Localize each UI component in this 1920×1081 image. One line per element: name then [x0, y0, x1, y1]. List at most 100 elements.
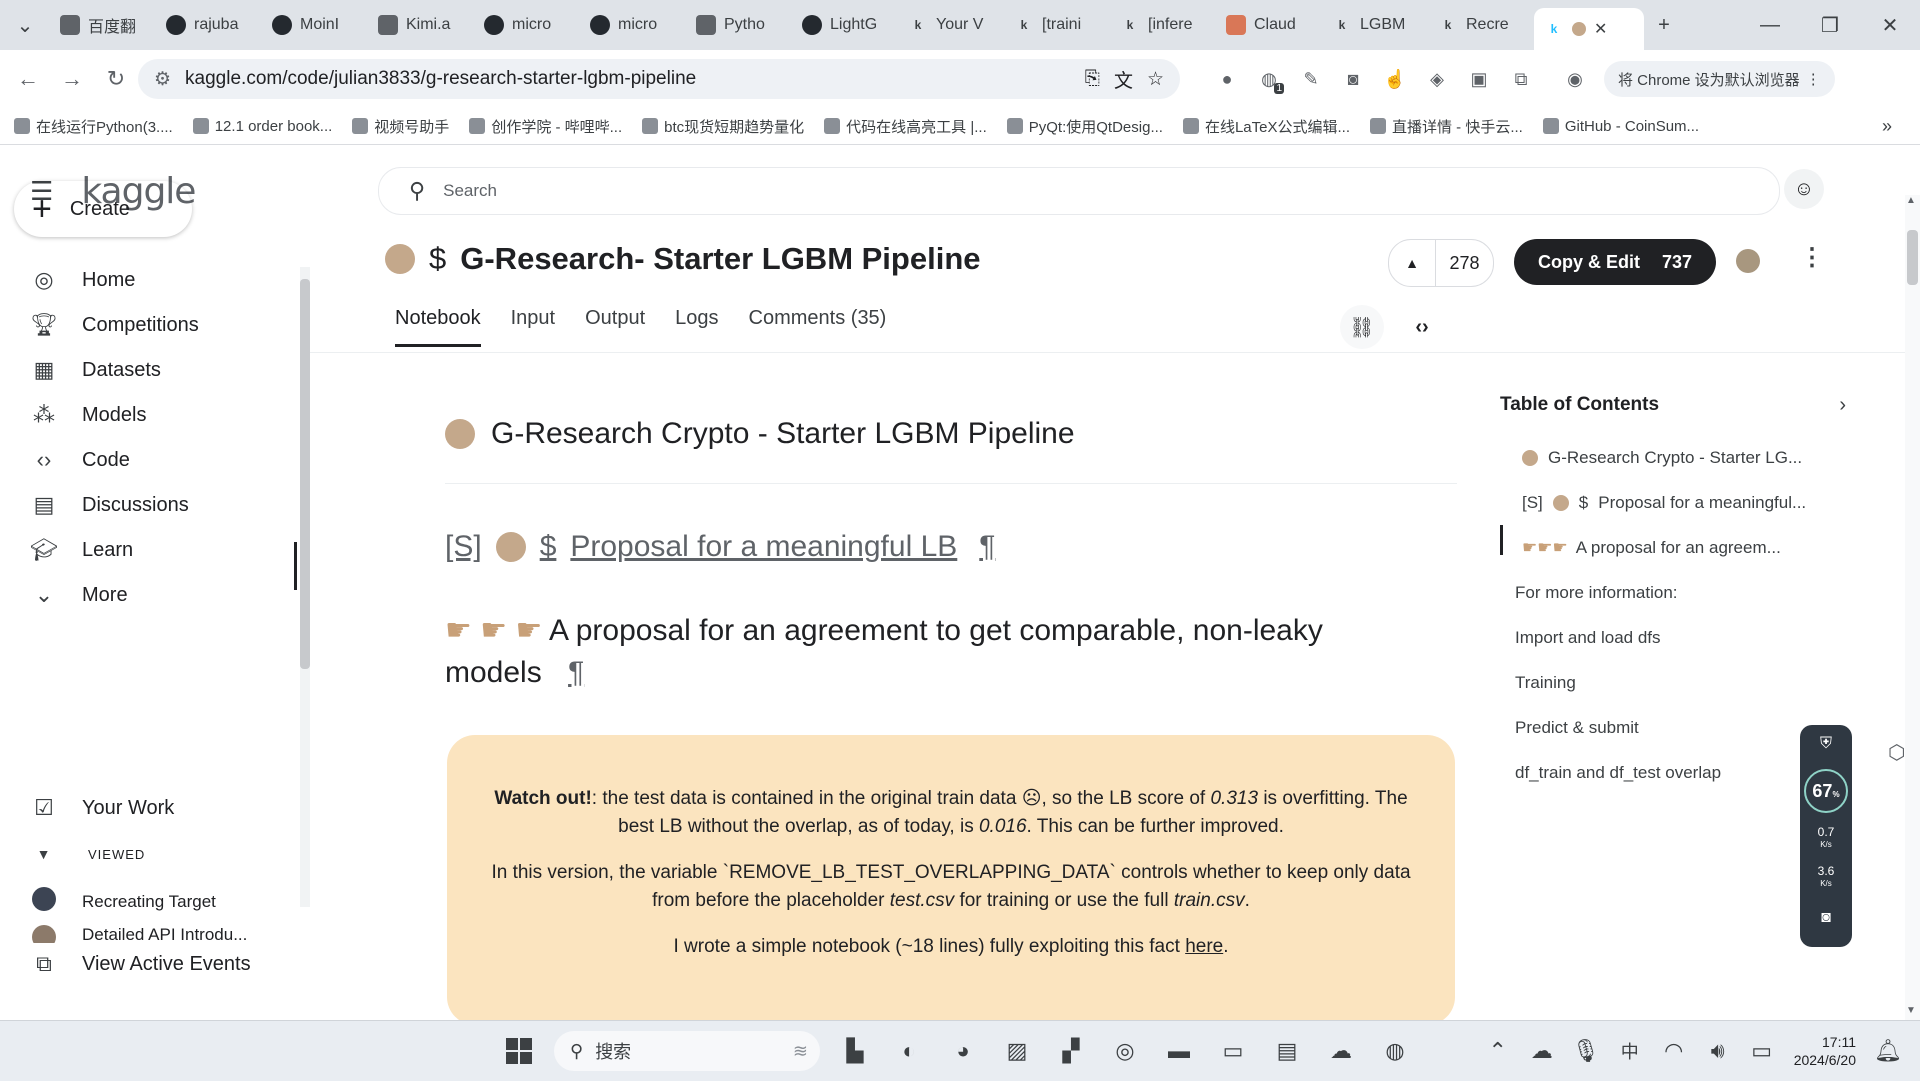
tab-notebook[interactable]: Notebook: [395, 307, 481, 347]
browser-tab[interactable]: rajuba: [156, 8, 262, 42]
puzzle-extensions-icon[interactable]: ⧉: [1504, 62, 1538, 96]
create-button[interactable]: + Create: [14, 181, 192, 237]
scroll-down-icon[interactable]: ▼: [1906, 1005, 1916, 1016]
bookmark-item[interactable]: 在线LaTeX公式编辑...: [1173, 116, 1360, 137]
notification-bell-icon[interactable]: 🔔︎: [1868, 1031, 1908, 1071]
heading-2-link[interactable]: [S] $ Proposal for a meaningful LB ¶: [445, 530, 995, 564]
windows-start-icon[interactable]: [499, 1031, 539, 1071]
bookmark-star-icon[interactable]: ☆: [1147, 68, 1164, 91]
bookmark-item[interactable]: 视频号助手: [342, 116, 459, 137]
tray-chevron-icon[interactable]: ⌃: [1478, 1031, 1518, 1071]
nav-your-work[interactable]: ☑ Your Work: [30, 795, 174, 821]
nav-competitions[interactable]: 🏆︎ Competitions: [30, 312, 199, 338]
ime-indicator[interactable]: 中: [1610, 1031, 1650, 1071]
upvote-widget[interactable]: ▲ 278: [1388, 239, 1494, 287]
file-explorer-icon[interactable]: ▬: [1159, 1031, 1199, 1071]
toc-item[interactable]: Import and load dfs: [1500, 615, 1860, 660]
terminal-icon[interactable]: ▭: [1213, 1031, 1253, 1071]
close-tab-icon[interactable]: ✕: [1594, 19, 1607, 39]
image-extension-icon[interactable]: ▣: [1462, 62, 1496, 96]
search-input[interactable]: ⚲ Search: [378, 167, 1780, 215]
camera-icon[interactable]: ◙: [1800, 909, 1852, 927]
bookmark-item[interactable]: 12.1 order book...: [183, 118, 343, 135]
browser-tab[interactable]: micro: [474, 8, 580, 42]
browser-tab[interactable]: MoinI: [262, 8, 368, 42]
extension-icon[interactable]: ●: [1210, 62, 1244, 96]
page-scroll-thumb[interactable]: [1907, 230, 1918, 285]
photos-icon[interactable]: ▨: [997, 1031, 1037, 1071]
nav-discussions[interactable]: ▤ Discussions: [30, 492, 189, 518]
url-omnibox[interactable]: ⚙ kaggle.com/code/julian3833/g-research-…: [138, 59, 1180, 99]
tab-comments[interactable]: Comments (35): [749, 307, 887, 347]
close-window-icon[interactable]: ✕: [1860, 0, 1920, 50]
code-toggle-icon[interactable]: ‹›: [1400, 305, 1444, 349]
file-viewer-icon[interactable]: ▙: [835, 1031, 875, 1071]
collaborator-avatar[interactable]: [1736, 249, 1760, 273]
upvote-arrow-icon[interactable]: ▲: [1389, 240, 1436, 286]
browser-tab[interactable]: k LGBM: [1322, 8, 1428, 42]
tab-logs[interactable]: Logs: [675, 307, 718, 347]
toc-item[interactable]: G-Research Crypto - Starter LG...: [1500, 435, 1860, 480]
bookmark-item[interactable]: GitHub - CoinSum...: [1533, 118, 1709, 135]
viewed-section-toggle[interactable]: ▼ VIEWED: [30, 846, 145, 862]
link-icon[interactable]: ⛓: [1340, 305, 1384, 349]
cloud-app-icon[interactable]: ☁: [1321, 1031, 1361, 1071]
sidebar-scrollbar[interactable]: [300, 267, 310, 907]
url-text[interactable]: kaggle.com/code/julian3833/g-research-st…: [185, 68, 696, 90]
chat-extension-icon[interactable]: ◙: [1336, 62, 1370, 96]
forward-icon[interactable]: →: [50, 57, 94, 101]
microphone-icon[interactable]: 🎙︎: [1566, 1031, 1606, 1071]
toc-item[interactable]: [S] $ Proposal for a meaningful...: [1500, 480, 1860, 525]
taskbar-search[interactable]: ⚲ 搜索 ≋: [554, 1031, 820, 1071]
tab-search-chevron-icon[interactable]: ⌄: [0, 0, 50, 50]
edge-browser-icon[interactable]: ◐: [889, 1031, 929, 1071]
browser-tab[interactable]: k [traini: [1004, 8, 1110, 42]
tab-output[interactable]: Output: [585, 307, 645, 347]
nav-models[interactable]: ⁂ Models: [30, 402, 146, 428]
anchor-link[interactable]: ¶: [568, 656, 584, 689]
browser-tab[interactable]: k [infere: [1110, 8, 1216, 42]
anchor-link[interactable]: ¶: [979, 530, 995, 564]
scroll-up-icon[interactable]: ▲: [1906, 195, 1916, 206]
browser-tab[interactable]: Kimi.a: [368, 8, 474, 42]
viewed-item-api-intro[interactable]: Detailed API Introdu...: [30, 925, 247, 943]
toc-item[interactable]: ☛☛☛ A proposal for an agreem...: [1500, 525, 1860, 570]
monitor-icon[interactable]: ▤: [1267, 1031, 1307, 1071]
bookmark-item[interactable]: btc现货短期趋势量化: [632, 116, 814, 137]
vpn-app-icon[interactable]: ◍: [1375, 1031, 1415, 1071]
browser-tab[interactable]: k Recre: [1428, 8, 1534, 42]
active-tab[interactable]: k ✕: [1534, 8, 1644, 50]
nav-more[interactable]: ⌄ More: [30, 582, 128, 608]
battery-icon[interactable]: ▭: [1742, 1031, 1782, 1071]
tab-input[interactable]: Input: [511, 307, 555, 347]
profile-avatar-icon[interactable]: ◉: [1558, 62, 1592, 96]
chrome-icon[interactable]: ◎: [1105, 1031, 1145, 1071]
clock[interactable]: 17:11 2024/6/20: [1794, 1033, 1856, 1069]
ai-extension-icon[interactable]: ◈: [1420, 62, 1454, 96]
browser-tab[interactable]: k Your V: [898, 8, 1004, 42]
bookmark-item[interactable]: 创作学院 - 哔哩哔...: [459, 116, 632, 137]
back-icon[interactable]: ←: [6, 57, 50, 101]
pen-extension-icon[interactable]: ✎: [1294, 62, 1328, 96]
more-options-icon[interactable]: ⋮: [1800, 243, 1824, 272]
more-bookmarks-icon[interactable]: »: [1882, 116, 1920, 137]
browser-tab[interactable]: micro: [580, 8, 686, 42]
chevron-right-icon[interactable]: ›: [1839, 394, 1860, 417]
here-link[interactable]: here: [1185, 936, 1223, 957]
chat-app-icon[interactable]: ◕: [943, 1031, 983, 1071]
author-avatar[interactable]: [385, 244, 415, 274]
bookmark-item[interactable]: 直播详情 - 快手云...: [1360, 116, 1533, 137]
app-window-icon[interactable]: ▞: [1051, 1031, 1091, 1071]
copy-edit-button[interactable]: Copy & Edit 737: [1514, 239, 1716, 285]
browser-tab[interactable]: Pytho: [686, 8, 792, 42]
volume-icon[interactable]: 🔊︎: [1698, 1031, 1738, 1071]
toc-header[interactable]: Table of Contents ›: [1500, 385, 1860, 425]
nav-datasets[interactable]: ▦ Datasets: [30, 357, 161, 383]
toc-item[interactable]: For more information:: [1500, 570, 1860, 615]
set-default-browser-button[interactable]: 将 Chrome 设为默认浏览器 ⋮: [1604, 61, 1835, 97]
page-scrollbar[interactable]: ▲ ▼: [1905, 195, 1920, 1020]
reload-icon[interactable]: ↻: [94, 57, 138, 101]
nav-home[interactable]: ◎ Home: [30, 267, 135, 293]
browser-tab[interactable]: 百度翻: [50, 8, 156, 42]
bookmark-item[interactable]: PyQt:使用QtDesig...: [997, 116, 1173, 137]
